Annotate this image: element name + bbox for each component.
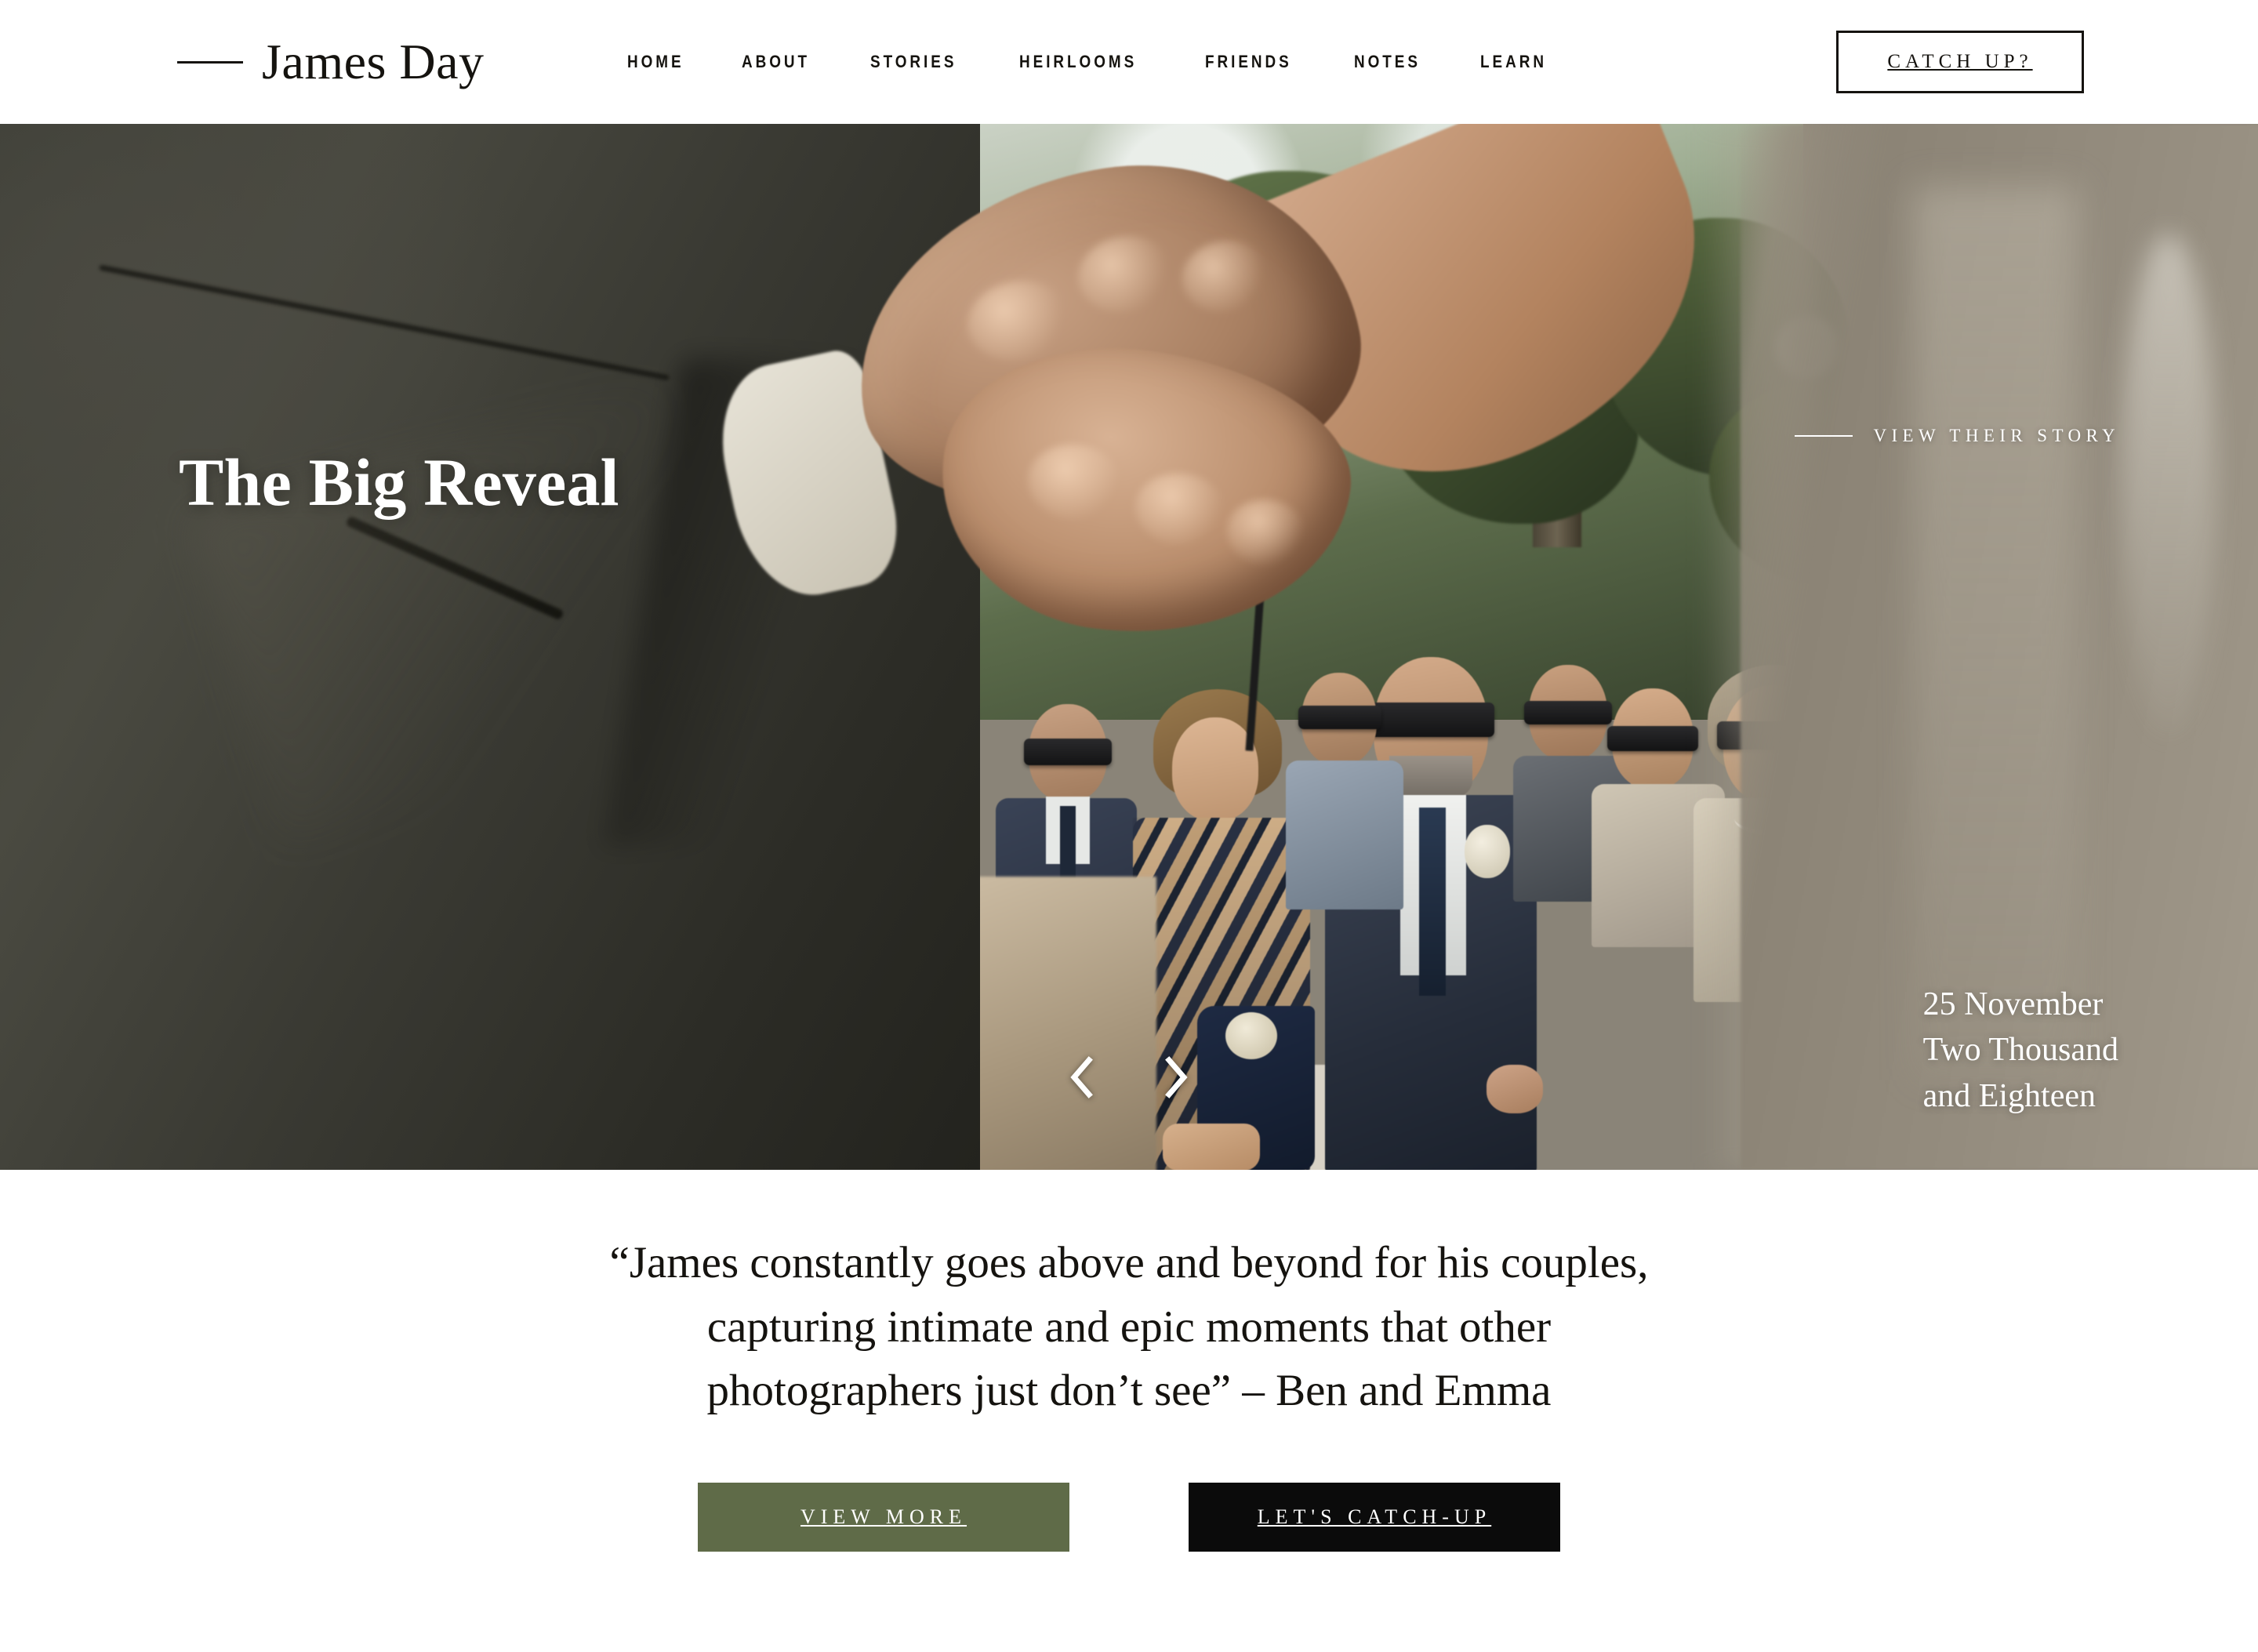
catch-up-button[interactable]: CATCH UP? bbox=[1836, 31, 2084, 93]
view-their-story-label: VIEW THEIR STORY bbox=[1873, 426, 2120, 445]
main-navigation: HOME ABOUT STORIES HEIRLOOMS FRIENDS NOT… bbox=[627, 42, 1558, 82]
nav-item-notes[interactable]: NOTES bbox=[1354, 42, 1421, 82]
suit-lapel-seam bbox=[99, 264, 670, 381]
blindfold bbox=[1024, 739, 1112, 765]
blindfold bbox=[1607, 726, 1698, 751]
guest-body bbox=[1286, 761, 1403, 910]
guest-hand bbox=[1487, 1065, 1543, 1113]
knuckle-highlight bbox=[1071, 228, 1178, 321]
hero-date: 25 November Two Thousand and Eighteen bbox=[1923, 982, 2118, 1119]
logo-text: James Day bbox=[262, 34, 485, 89]
foreground-suit bbox=[0, 124, 980, 1170]
guest-tie bbox=[1419, 808, 1446, 996]
suit-pocket bbox=[345, 515, 564, 621]
nav-item-learn[interactable]: LEARN bbox=[1480, 42, 1547, 82]
knuckle-highlight bbox=[1223, 495, 1309, 571]
site-logo[interactable]: James Day bbox=[177, 37, 485, 87]
chevron-left-icon bbox=[1070, 1056, 1093, 1098]
nav-item-home[interactable]: HOME bbox=[627, 42, 684, 82]
guest-bouquet bbox=[1225, 1012, 1277, 1059]
horizontal-rule-icon bbox=[177, 60, 243, 64]
carousel-next-button[interactable] bbox=[1159, 1051, 1195, 1104]
veil bbox=[2122, 234, 2216, 735]
chevron-right-icon bbox=[1165, 1056, 1188, 1098]
knuckle-highlight bbox=[1023, 439, 1127, 526]
hero-date-line: 25 November bbox=[1922, 986, 2104, 1022]
dress-highlight bbox=[1913, 187, 2078, 1080]
hero-carousel: The Big Reveal VIEW THEIR STORY 25 Novem… bbox=[0, 124, 2258, 1170]
testimonial-quote: “James constantly goes above and beyond … bbox=[609, 1238, 1649, 1415]
site-header: James Day HOME ABOUT STORIES HEIRLOOMS F… bbox=[0, 0, 2258, 124]
nav-item-about[interactable]: ABOUT bbox=[742, 42, 810, 82]
lets-catch-up-button[interactable]: LET'S CATCH-UP bbox=[1189, 1482, 1560, 1552]
carousel-prev-button[interactable] bbox=[1063, 1051, 1099, 1104]
knuckle-highlight bbox=[1131, 468, 1230, 551]
nav-item-stories[interactable]: STORIES bbox=[870, 42, 957, 82]
view-more-button[interactable]: VIEW MORE bbox=[698, 1482, 1069, 1552]
blindfold bbox=[1298, 706, 1381, 729]
nav-item-friends[interactable]: FRIENDS bbox=[1205, 42, 1292, 82]
hero-title: The Big Reveal bbox=[179, 445, 619, 520]
boutonniere bbox=[1465, 825, 1510, 878]
testimonial-section: “James constantly goes above and beyond … bbox=[0, 1170, 2258, 1652]
guest-leg bbox=[1163, 1124, 1260, 1170]
guest-tie bbox=[1060, 806, 1076, 878]
guest-face bbox=[1172, 717, 1258, 821]
nav-item-heirlooms[interactable]: HEIRLOOMS bbox=[1019, 42, 1137, 82]
hero-photograph bbox=[0, 124, 2258, 1170]
cta-row: VIEW MORE LET'S CATCH-UP bbox=[698, 1482, 1560, 1552]
hero-date-line: and Eighteen bbox=[1922, 1077, 2096, 1114]
guest-tan-suit bbox=[968, 877, 1156, 1170]
view-their-story-link[interactable]: VIEW THEIR STORY bbox=[1795, 426, 2120, 446]
hero-date-line: Two Thousand bbox=[1922, 1032, 2118, 1069]
guest bbox=[1286, 673, 1403, 910]
knuckle-highlight bbox=[1175, 233, 1275, 320]
horizontal-rule-icon bbox=[1795, 435, 1853, 437]
